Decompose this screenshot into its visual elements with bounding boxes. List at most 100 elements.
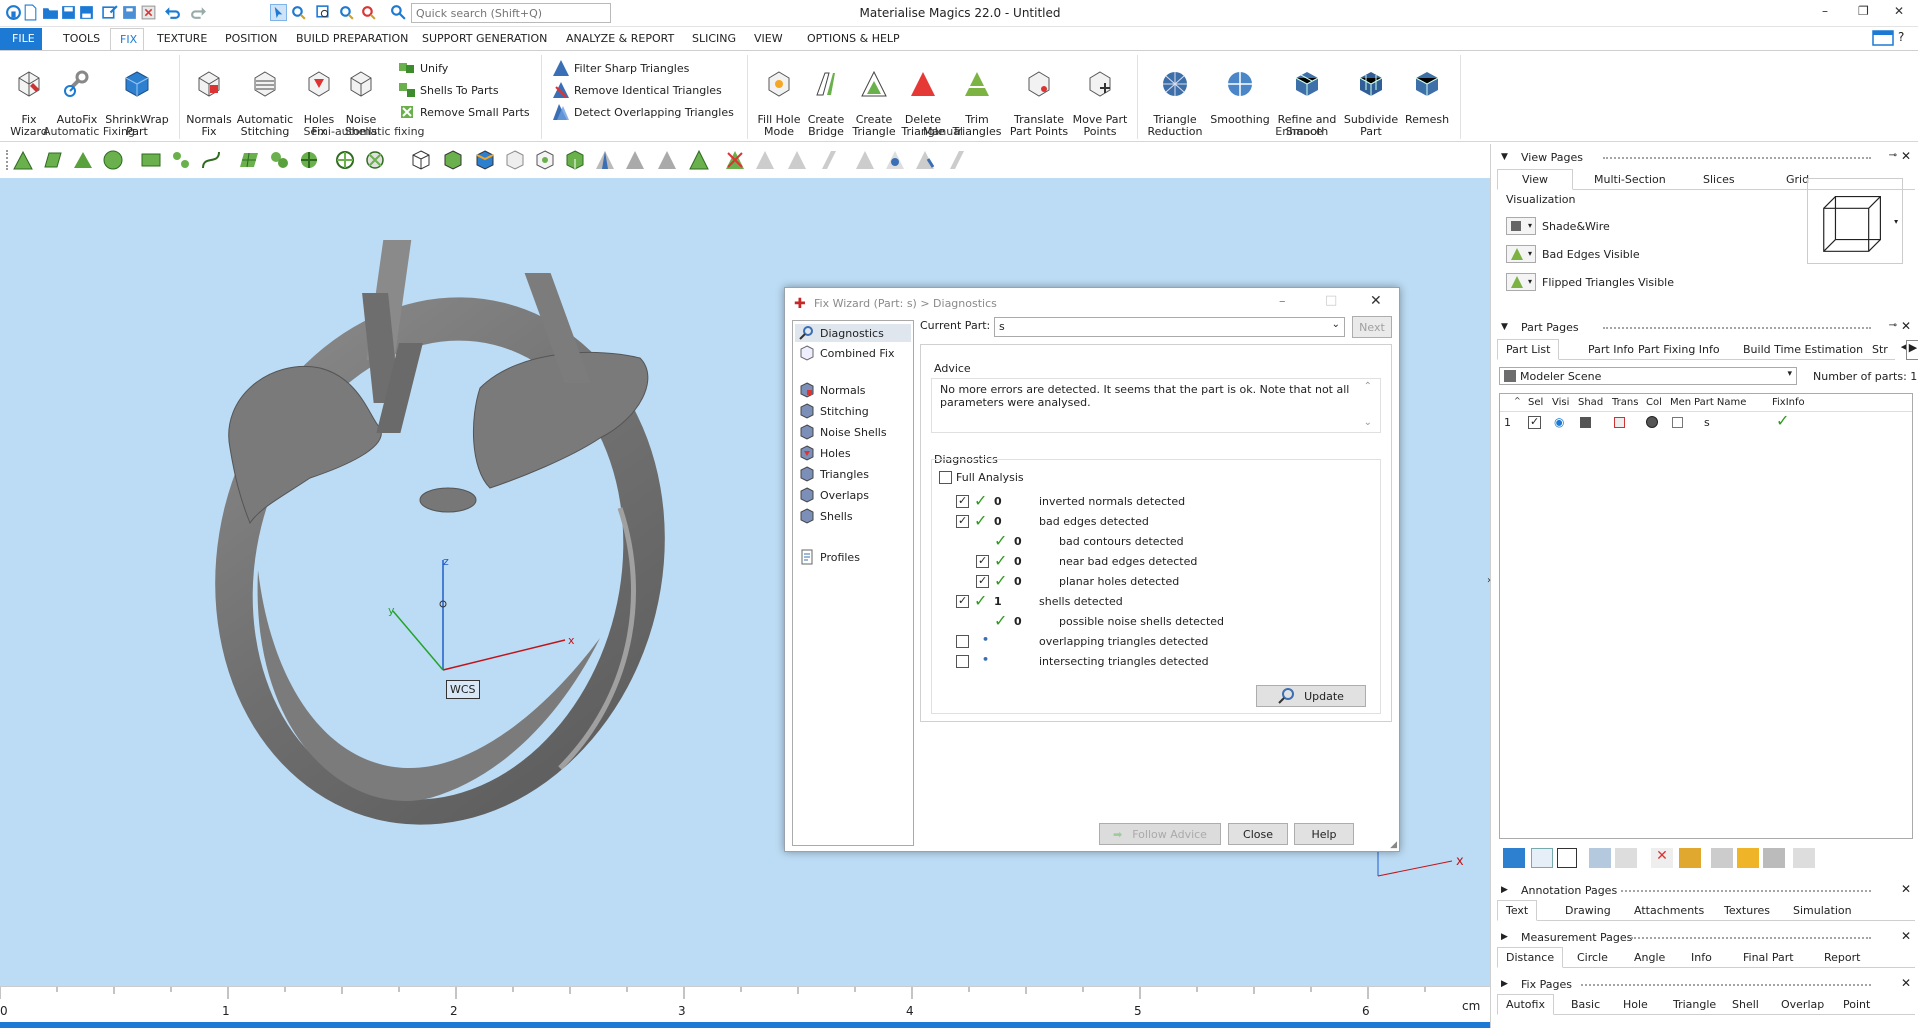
tab-text[interactable]: Text (1497, 900, 1538, 921)
tab-info[interactable]: Info (1691, 951, 1712, 964)
step-stitching[interactable]: Stitching (799, 403, 869, 419)
help-button[interactable]: Help (1294, 823, 1354, 845)
menu-view[interactable]: VIEW (754, 32, 783, 45)
tab-point[interactable]: Point (1843, 998, 1870, 1011)
tab-basic[interactable]: Basic (1571, 998, 1600, 1011)
mark-part-icon[interactable] (410, 149, 432, 171)
dialog-close-x-button[interactable]: ✕ (1370, 293, 1382, 309)
triangle-tool-j-icon[interactable] (914, 149, 936, 171)
menu-slicing[interactable]: SLICING (692, 32, 736, 45)
remove-small-parts-button[interactable]: Remove Small Parts (398, 103, 530, 121)
fix-pages-header[interactable]: ▶ Fix Pages ✕ (1491, 975, 1918, 995)
bad-edges-checkbox[interactable] (956, 514, 969, 528)
tab-circle[interactable]: Circle (1577, 951, 1608, 964)
col-trans[interactable]: Trans (1612, 397, 1638, 408)
menu-tools[interactable]: TOOLS (63, 32, 100, 45)
tab-str[interactable]: Str (1872, 343, 1888, 356)
triangle-tool-a-icon[interactable] (594, 149, 616, 171)
scroll-up-icon[interactable]: ⌃ (1364, 381, 1372, 392)
shade-wire-option[interactable]: ▾ Shade&Wire (1506, 217, 1610, 235)
tab-shell[interactable]: Shell (1732, 998, 1759, 1011)
smoothing-button[interactable]: Smoothing (1208, 57, 1272, 126)
tab-textures[interactable]: Textures (1724, 904, 1770, 917)
save-icon[interactable] (60, 4, 77, 21)
delete-part-icon[interactable]: ✕ (1651, 848, 1673, 868)
zoom-icon[interactable] (338, 4, 355, 21)
menu-build-preparation[interactable]: BUILD PREPARATION (296, 32, 408, 45)
open-folder-icon[interactable] (42, 4, 59, 21)
close-icon[interactable]: ✕ (1901, 882, 1911, 896)
col-visi[interactable]: Visi (1552, 397, 1569, 408)
tab-final-part[interactable]: Final Part (1743, 951, 1794, 964)
part-tool-icon[interactable] (1679, 848, 1701, 868)
dialog-title-bar[interactable]: ✚ Fix Wizard (Part: s) > Diagnostics – □… (785, 288, 1399, 320)
mark-plane-icon[interactable] (42, 149, 64, 171)
new-file-icon[interactable] (22, 4, 39, 21)
panel-splitter-handle[interactable]: › (1487, 575, 1491, 586)
expand-marking-icon[interactable] (534, 149, 556, 171)
mark-cylinder-icon[interactable] (364, 149, 386, 171)
tab-part-fixing-info[interactable]: Part Fixing Info (1638, 343, 1720, 356)
close-button[interactable]: Close (1228, 823, 1288, 845)
tab-multi-section[interactable]: Multi-Section (1594, 173, 1666, 186)
mark-overlap-icon[interactable] (564, 149, 586, 171)
step-holes[interactable]: Holes (799, 445, 851, 461)
tab-angle[interactable]: Angle (1634, 951, 1665, 964)
overlapping-triangles-checkbox[interactable] (956, 635, 969, 648)
autofix-button[interactable]: AutoFix (52, 57, 102, 126)
bad-edges-visible-option[interactable]: ▾ Bad Edges Visible (1506, 245, 1640, 263)
help-icon[interactable]: ? (1898, 30, 1904, 44)
triangle-tool-k-icon[interactable] (944, 149, 966, 171)
dialog-minimize-button[interactable]: – (1279, 294, 1286, 309)
tab-triangle[interactable]: Triangle (1673, 998, 1716, 1011)
col-col[interactable]: Col (1646, 397, 1662, 408)
shading-icon[interactable] (1580, 417, 1591, 428)
mark-surface-icon[interactable] (72, 149, 94, 171)
invert-marking-icon[interactable] (474, 149, 496, 171)
tab-part-info[interactable]: Part Info (1588, 343, 1634, 356)
close-icon[interactable]: ✕ (1901, 149, 1911, 163)
row-select-checkbox[interactable] (1528, 415, 1541, 429)
mark-triangle-icon[interactable] (12, 149, 34, 171)
triangle-tool-f-icon[interactable] (786, 149, 808, 171)
menu-support-generation[interactable]: SUPPORT GENERATION (422, 32, 547, 45)
tab-drawing[interactable]: Drawing (1565, 904, 1611, 917)
annotation-pages-header[interactable]: ▶ Annotation Pages ✕ (1491, 881, 1918, 901)
tab-attachments[interactable]: Attachments (1634, 904, 1704, 917)
select-mode-icon[interactable] (270, 4, 287, 21)
col-shad[interactable]: Shad (1578, 397, 1603, 408)
zoom-box-icon[interactable] (315, 4, 332, 21)
part-tool-icon[interactable] (1737, 848, 1759, 868)
col-fixinfo[interactable]: FixInfo (1772, 397, 1805, 408)
tabs-next-icon[interactable]: ▶ (1906, 340, 1918, 360)
tab-distance[interactable]: Distance (1497, 947, 1564, 968)
step-noise-shells[interactable]: Noise Shells (799, 424, 887, 440)
follow-advice-button[interactable]: ➡ Follow Advice (1099, 823, 1221, 845)
step-triangles[interactable]: Triangles (799, 466, 869, 482)
triangle-tool-d-icon[interactable] (688, 149, 710, 171)
resize-grip-icon[interactable]: ◢ (1390, 840, 1397, 850)
part-tool-icon[interactable] (1763, 848, 1785, 868)
tab-simulation[interactable]: Simulation (1793, 904, 1852, 917)
flipped-triangles-visible-option[interactable]: ▾ Flipped Triangles Visible (1506, 273, 1674, 291)
close-window-button[interactable]: ✕ (1894, 4, 1904, 18)
pin-icon[interactable]: ⊸ (1889, 150, 1897, 161)
mark-sphere-icon[interactable] (334, 149, 356, 171)
part-tool-icon[interactable] (1531, 848, 1553, 868)
tab-build-time-estimation[interactable]: Build Time Estimation (1743, 343, 1863, 356)
col-part-name[interactable]: Part Name (1694, 397, 1746, 408)
current-part-select[interactable]: s ⌄ (994, 317, 1345, 337)
filter-sharp-triangles-button[interactable]: Filter Sharp Triangles (552, 59, 689, 77)
quick-search-input[interactable] (411, 3, 611, 23)
col-sel[interactable]: Sel (1528, 397, 1543, 408)
tab-report[interactable]: Report (1824, 951, 1860, 964)
part-tool-icon[interactable] (1503, 848, 1525, 868)
tab-overlap[interactable]: Overlap (1781, 998, 1824, 1011)
menu-file[interactable]: FILE (0, 28, 42, 50)
mark-mesh-icon[interactable] (238, 149, 260, 171)
close-icon[interactable]: ✕ (1901, 319, 1911, 333)
col-men[interactable]: Men (1670, 397, 1691, 408)
save-part-icon[interactable] (121, 4, 138, 21)
part-tool-icon[interactable] (1589, 848, 1611, 868)
scroll-down-icon[interactable]: ⌄ (1364, 417, 1372, 428)
